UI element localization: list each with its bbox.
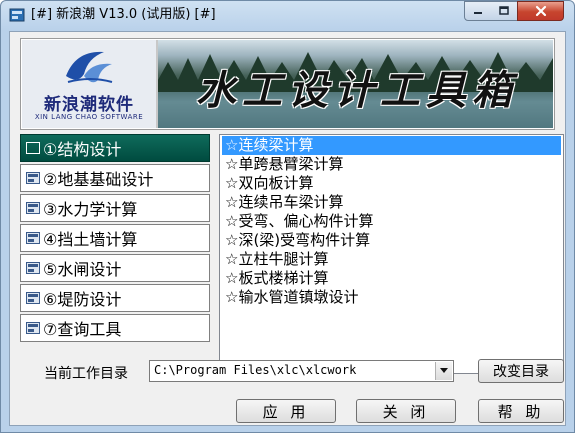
- menu-item-label: ②地基基础设计: [43, 170, 154, 189]
- chevron-down-icon: [440, 368, 448, 373]
- minimize-button[interactable]: [464, 1, 492, 21]
- apply-button[interactable]: 应 用: [236, 399, 336, 423]
- list-item[interactable]: ☆单跨悬臂梁计算: [222, 155, 561, 174]
- workdir-combobox[interactable]: C:\Program Files\xlc\xlcwork: [149, 360, 454, 382]
- menu-item[interactable]: ②地基基础设计: [20, 164, 210, 192]
- menu-item-label: ③水力学计算: [43, 200, 138, 219]
- list-item[interactable]: ☆深(梁)受弯构件计算: [222, 231, 561, 250]
- maximize-icon: [499, 6, 509, 15]
- menu-item[interactable]: ⑦查询工具: [20, 314, 210, 342]
- menu-item[interactable]: ⑥堤防设计: [20, 284, 210, 312]
- workdir-label: 当前工作目录: [44, 366, 128, 382]
- menu-item-label: ④挡土墙计算: [43, 230, 138, 249]
- change-directory-button[interactable]: 改变目录: [478, 359, 564, 383]
- dropdown-button[interactable]: [435, 362, 452, 380]
- window-title: [#] 新浪潮 V13.0 (试用版) [#]: [31, 7, 216, 22]
- menu-item-label: ①结构设计: [43, 140, 122, 159]
- list-item[interactable]: ☆连续吊车梁计算: [222, 193, 561, 212]
- close-window-button[interactable]: [517, 1, 564, 21]
- menu-item[interactable]: ④挡土墙计算: [20, 224, 210, 252]
- logo-chinese-name: 新浪潮软件: [44, 95, 134, 115]
- title-bar[interactable]: [#] 新浪潮 V13.0 (试用版) [#]: [1, 1, 574, 29]
- list-item[interactable]: ☆板式楼梯计算: [222, 269, 561, 288]
- list-item[interactable]: ☆立柱牛腿计算: [222, 250, 561, 269]
- list-item[interactable]: ☆连续梁计算: [222, 136, 561, 155]
- folder-icon: [26, 202, 40, 214]
- function-list[interactable]: ☆连续梁计算 ☆单跨悬臂梁计算 ☆双向板计算 ☆连续吊车梁计算 ☆受弯、偏心构件计算 ☆深…: [219, 134, 564, 374]
- app-icon: [9, 8, 25, 22]
- banner-title: 水工设计工具箱: [196, 67, 518, 114]
- close-button[interactable]: 关 闭: [356, 399, 456, 423]
- menu-item-label: ⑥堤防设计: [43, 290, 122, 309]
- folder-icon: [26, 142, 40, 154]
- list-item[interactable]: ☆输水管道镇墩设计: [222, 288, 561, 307]
- menu-item-label: ⑦查询工具: [43, 320, 122, 339]
- close-icon: [535, 5, 546, 17]
- list-item[interactable]: ☆受弯、偏心构件计算: [222, 212, 561, 231]
- banner: 新浪潮软件 XIN LANG CHAO SOFTWARE 水工设计工具箱: [20, 38, 555, 130]
- logo-english-name: XIN LANG CHAO SOFTWARE: [34, 113, 144, 121]
- wave-logo-icon: [66, 51, 113, 83]
- help-button[interactable]: 帮 助: [478, 399, 564, 423]
- minimize-icon: [474, 12, 482, 14]
- company-logo: 新浪潮软件 XIN LANG CHAO SOFTWARE: [22, 40, 158, 128]
- banner-scenery: 水工设计工具箱: [158, 40, 553, 128]
- menu-item[interactable]: ⑤水闸设计: [20, 254, 210, 282]
- folder-icon: [26, 262, 40, 274]
- workdir-value: C:\Program Files\xlc\xlcwork: [154, 363, 357, 377]
- client-area: 新浪潮软件 XIN LANG CHAO SOFTWARE 水工设计工具箱 ①结构…: [9, 31, 566, 426]
- maximize-button[interactable]: [491, 1, 518, 21]
- folder-icon: [26, 322, 40, 334]
- folder-icon: [26, 292, 40, 304]
- folder-icon: [26, 172, 40, 184]
- menu-item[interactable]: ①结构设计: [20, 134, 210, 162]
- folder-icon: [26, 232, 40, 244]
- app-window: [#] 新浪潮 V13.0 (试用版) [#] 新浪潮软件 XIN LANG C…: [0, 0, 575, 433]
- menu-item[interactable]: ③水力学计算: [20, 194, 210, 222]
- list-item[interactable]: ☆双向板计算: [222, 174, 561, 193]
- menu-item-label: ⑤水闸设计: [43, 260, 122, 279]
